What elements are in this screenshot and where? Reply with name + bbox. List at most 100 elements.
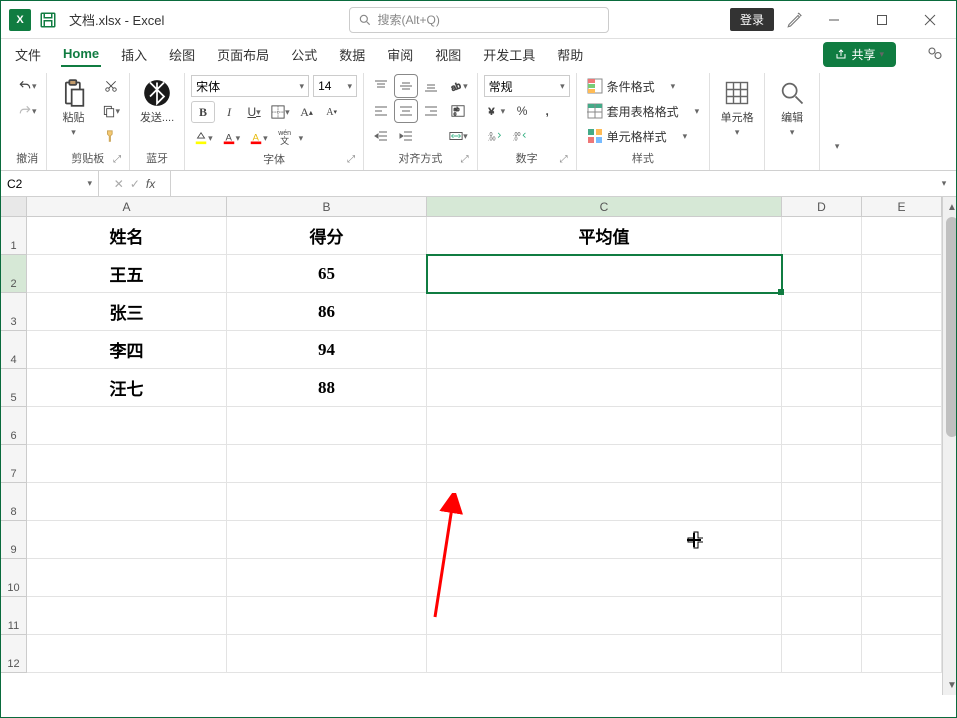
- cell-D12[interactable]: [782, 635, 862, 673]
- scroll-down-icon[interactable]: ▼: [943, 677, 956, 693]
- row-header[interactable]: 5: [1, 369, 27, 407]
- cell-C5[interactable]: [427, 369, 782, 407]
- font-color-yellow-button[interactable]: A▾: [246, 127, 271, 149]
- orientation-button[interactable]: ab▾: [446, 75, 471, 97]
- col-header-d[interactable]: D: [782, 197, 862, 216]
- cell-A8[interactable]: [27, 483, 227, 521]
- number-launcher[interactable]: ⤢: [560, 154, 572, 166]
- bluetooth-send-button[interactable]: 发送....: [136, 75, 178, 129]
- decrease-font-button[interactable]: A▾: [321, 101, 343, 123]
- cell-D2[interactable]: [782, 255, 862, 293]
- cell-D9[interactable]: [782, 521, 862, 559]
- cancel-formula-icon[interactable]: ✕: [114, 177, 124, 191]
- ribbon-options-button[interactable]: ▾: [826, 135, 848, 157]
- font-name-select[interactable]: 宋体▾: [191, 75, 309, 97]
- cell-A7[interactable]: [27, 445, 227, 483]
- tab-formulas[interactable]: 公式: [289, 41, 319, 68]
- redo-button[interactable]: ▾: [15, 100, 40, 122]
- cut-button[interactable]: [99, 75, 124, 97]
- cell-C12[interactable]: [427, 635, 782, 673]
- copy-button[interactable]: ▾: [99, 100, 124, 122]
- cell-C10[interactable]: [427, 559, 782, 597]
- row-header[interactable]: 3: [1, 293, 27, 331]
- cell-E12[interactable]: [862, 635, 942, 673]
- row-header[interactable]: 10: [1, 559, 27, 597]
- cell-A2[interactable]: 王五: [27, 255, 227, 293]
- row-header[interactable]: 4: [1, 331, 27, 369]
- cell-B6[interactable]: [227, 407, 427, 445]
- cell-A1[interactable]: 姓名: [27, 217, 227, 255]
- cell-A9[interactable]: [27, 521, 227, 559]
- comma-button[interactable]: ,: [536, 100, 558, 122]
- pen-icon[interactable]: [786, 11, 804, 29]
- share-button[interactable]: 共享 ▾: [823, 42, 896, 67]
- cell-D1[interactable]: [782, 217, 862, 255]
- cell-E9[interactable]: [862, 521, 942, 559]
- align-right-button[interactable]: [420, 100, 442, 122]
- cell-D5[interactable]: [782, 369, 862, 407]
- wrap-text-button[interactable]: abc: [446, 100, 471, 122]
- tab-help[interactable]: 帮助: [555, 41, 585, 68]
- row-header[interactable]: 12: [1, 635, 27, 673]
- font-size-select[interactable]: 14▾: [313, 75, 357, 97]
- fx-icon[interactable]: fx: [146, 177, 155, 191]
- select-all-corner[interactable]: [1, 197, 27, 217]
- row-header[interactable]: 7: [1, 445, 27, 483]
- tab-page-layout[interactable]: 页面布局: [215, 41, 271, 68]
- alignment-launcher[interactable]: ⤢: [461, 154, 473, 166]
- cell-B2[interactable]: 65: [227, 255, 427, 293]
- italic-button[interactable]: I: [218, 101, 240, 123]
- cell-D10[interactable]: [782, 559, 862, 597]
- underline-button[interactable]: U▾: [243, 101, 265, 123]
- align-bottom-button[interactable]: [420, 75, 442, 97]
- cell-D11[interactable]: [782, 597, 862, 635]
- row-header[interactable]: 11: [1, 597, 27, 635]
- cell-A11[interactable]: [27, 597, 227, 635]
- cell-B1[interactable]: 得分: [227, 217, 427, 255]
- cell-C4[interactable]: [427, 331, 782, 369]
- percent-button[interactable]: %: [511, 100, 533, 122]
- merge-button[interactable]: ▾: [446, 125, 471, 147]
- cell-C1[interactable]: 平均值: [427, 217, 782, 255]
- cell-D3[interactable]: [782, 293, 862, 331]
- align-middle-button[interactable]: [395, 75, 417, 97]
- cell-A4[interactable]: 李四: [27, 331, 227, 369]
- bold-button[interactable]: B: [191, 101, 215, 123]
- cell-styles-button[interactable]: 单元格样式▾: [583, 125, 704, 147]
- cell-B5[interactable]: 88: [227, 369, 427, 407]
- cell-C8[interactable]: [427, 483, 782, 521]
- cell-B7[interactable]: [227, 445, 427, 483]
- cell-E5[interactable]: [862, 369, 942, 407]
- cell-D6[interactable]: [782, 407, 862, 445]
- format-as-table-button[interactable]: 套用表格格式▾: [583, 100, 704, 122]
- cell-D7[interactable]: [782, 445, 862, 483]
- name-box[interactable]: C2 ▾: [1, 171, 99, 196]
- cell-D4[interactable]: [782, 331, 862, 369]
- cell-C7[interactable]: [427, 445, 782, 483]
- close-button[interactable]: [912, 5, 948, 35]
- cell-E6[interactable]: [862, 407, 942, 445]
- col-header-b[interactable]: B: [227, 197, 427, 216]
- align-left-button[interactable]: [370, 100, 392, 122]
- cell-E4[interactable]: [862, 331, 942, 369]
- tab-home[interactable]: Home: [61, 42, 101, 67]
- row-header[interactable]: 9: [1, 521, 27, 559]
- paste-button[interactable]: 粘贴 ▾: [53, 75, 95, 142]
- formula-bar-expand[interactable]: ▾: [932, 171, 956, 196]
- tab-view[interactable]: 视图: [433, 41, 463, 68]
- save-icon[interactable]: [39, 11, 57, 29]
- tab-data[interactable]: 数据: [337, 41, 367, 68]
- row-header[interactable]: 6: [1, 407, 27, 445]
- scroll-up-icon[interactable]: ▲: [943, 199, 956, 215]
- enter-formula-icon[interactable]: ✓: [130, 177, 140, 191]
- conditional-format-button[interactable]: 条件格式▾: [583, 75, 704, 97]
- cell-C3[interactable]: [427, 293, 782, 331]
- cell-E2[interactable]: [862, 255, 942, 293]
- formula-input[interactable]: [171, 171, 932, 196]
- tab-file[interactable]: 文件: [13, 41, 43, 68]
- tab-review[interactable]: 审阅: [385, 41, 415, 68]
- cell-E3[interactable]: [862, 293, 942, 331]
- search-box[interactable]: 搜索(Alt+Q): [349, 7, 609, 33]
- tab-insert[interactable]: 插入: [119, 41, 149, 68]
- cell-E10[interactable]: [862, 559, 942, 597]
